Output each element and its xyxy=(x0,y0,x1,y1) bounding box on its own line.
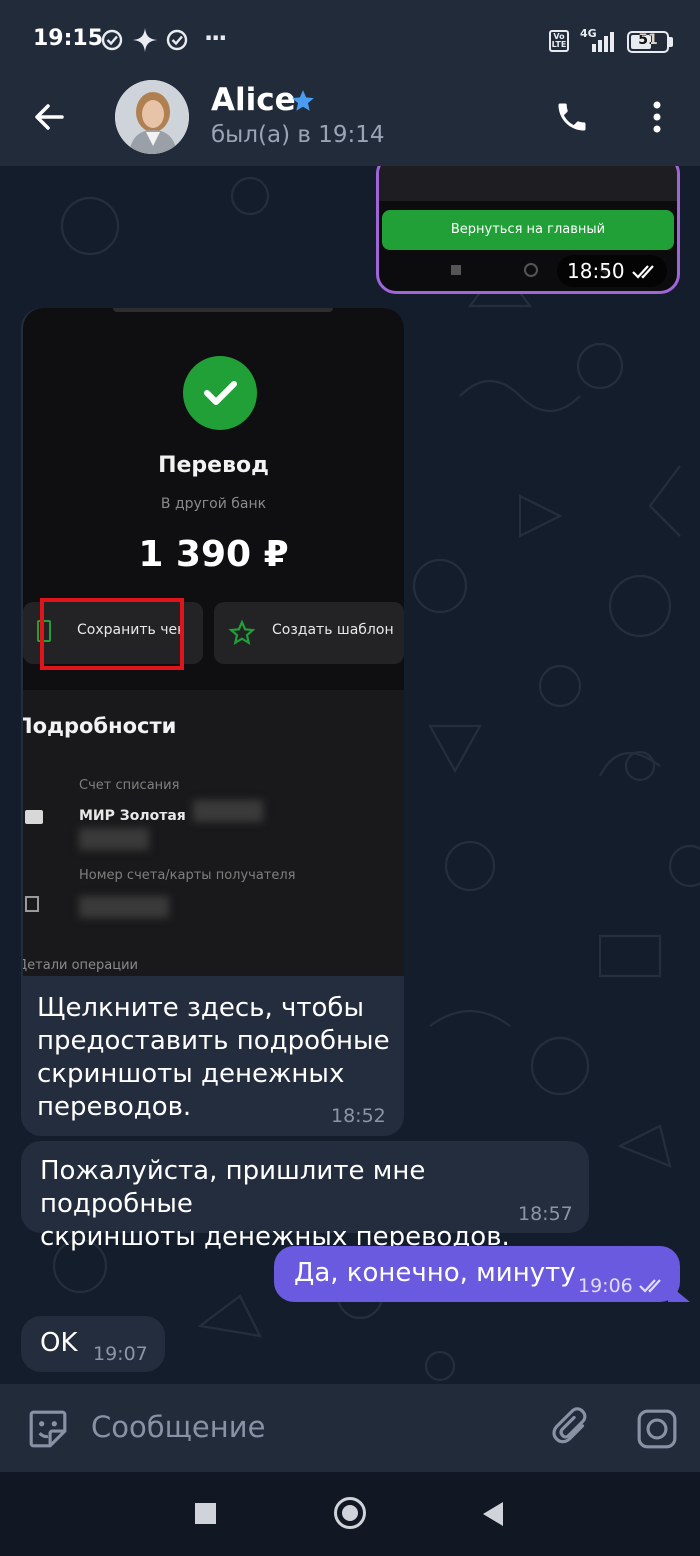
transfer-title: Перевод xyxy=(158,453,269,478)
sparkle-icon xyxy=(133,28,157,52)
message-text: Пожалуйста, пришлите мне подробные скрин… xyxy=(40,1156,510,1252)
red-highlight-box xyxy=(40,598,184,670)
more-vert-icon[interactable] xyxy=(645,100,669,134)
message-text: OK xyxy=(40,1328,78,1358)
message-time: 19:07 xyxy=(93,1343,148,1365)
outgoing-text-message[interactable]: Да, конечно, минуту 19:06 xyxy=(274,1246,680,1302)
success-check-icon xyxy=(183,356,257,430)
create-template-button: Создать шаблон xyxy=(214,602,404,664)
back-button[interactable] xyxy=(483,1502,503,1526)
check-circle-icon xyxy=(166,29,188,51)
double-check-icon xyxy=(639,1279,661,1293)
avatar[interactable] xyxy=(115,80,189,154)
incoming-text-message[interactable]: OK 19:07 xyxy=(21,1316,165,1372)
blurred-value xyxy=(193,800,263,822)
phone-icon[interactable] xyxy=(554,99,590,135)
battery-icon: 51 xyxy=(627,31,669,53)
incoming-image-message[interactable]: Перевод В другой банк 1 390 ₽ Сохранить … xyxy=(21,308,404,1136)
volte-icon: Vo LTE xyxy=(549,30,569,52)
contact-name[interactable]: Alice xyxy=(211,82,296,118)
blurred-value xyxy=(79,896,169,918)
message-time: 18:57 xyxy=(518,1203,573,1225)
attach-icon[interactable] xyxy=(551,1406,593,1450)
screenshot-image[interactable]: Перевод В другой банк 1 390 ₽ Сохранить … xyxy=(23,308,404,976)
message-time: 18:52 xyxy=(331,1105,386,1127)
chat-area[interactable]: Вернуться на главный 18:50 Перевод В дру… xyxy=(0,166,700,1384)
camera-icon[interactable] xyxy=(636,1408,678,1450)
star-icon xyxy=(292,90,314,111)
blurred-value xyxy=(79,828,149,850)
star-outline-icon xyxy=(228,620,256,645)
last-seen: был(а) в 19:14 xyxy=(211,122,385,148)
bubble-tail xyxy=(668,1284,690,1302)
card-icon xyxy=(25,810,43,824)
transfer-amount: 1 390 ₽ xyxy=(138,534,289,575)
status-time: 19:15 xyxy=(33,26,104,51)
message-input[interactable]: Сообщение xyxy=(91,1410,265,1444)
bank-icon xyxy=(25,896,39,912)
more-notifications-icon: ··· xyxy=(204,24,227,52)
home-button[interactable] xyxy=(334,1497,366,1529)
outgoing-image-message[interactable]: Вернуться на главный 18:50 xyxy=(376,166,680,294)
battery-level: 51 xyxy=(638,32,658,48)
details-title: Подробности xyxy=(23,714,177,738)
double-check-icon xyxy=(632,265,654,279)
check-circle-icon xyxy=(101,29,123,51)
signal-icon xyxy=(592,32,614,52)
message-time: 19:06 xyxy=(578,1275,633,1297)
chat-header: Alice был(а) в 19:14 xyxy=(0,80,700,166)
message-text: Да, конечно, минуту xyxy=(294,1258,576,1288)
message-time: 18:50 xyxy=(567,259,625,283)
system-nav-bar xyxy=(0,1472,700,1556)
sticker-icon[interactable] xyxy=(27,1408,69,1450)
transfer-subtitle: В другой банк xyxy=(160,496,267,512)
back-arrow-icon[interactable] xyxy=(33,101,65,133)
incoming-text-message[interactable]: Пожалуйста, пришлите мне подробные скрин… xyxy=(21,1141,589,1252)
recent-apps-button[interactable] xyxy=(195,1503,216,1524)
message-input-bar: Сообщение xyxy=(0,1384,700,1472)
status-bar: 19:15 ··· Vo LTE 4G 51 xyxy=(0,0,700,80)
back-to-main-button: Вернуться на главный xyxy=(382,210,674,250)
